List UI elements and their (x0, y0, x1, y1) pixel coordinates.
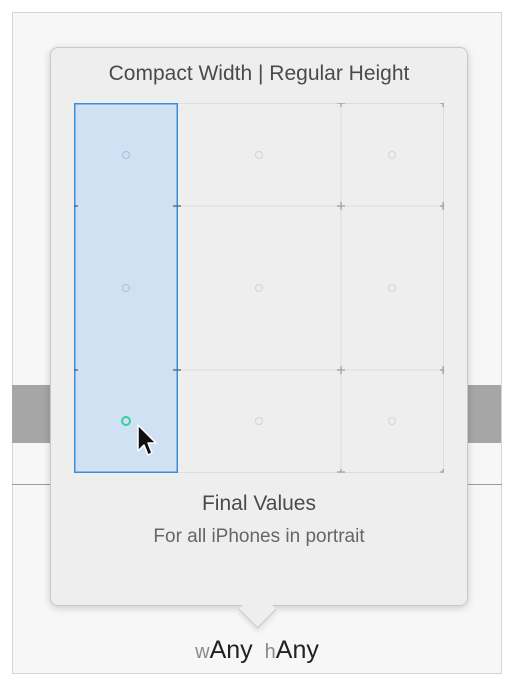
final-values-description: For all iPhones in portrait (153, 526, 365, 547)
grid-tick (337, 469, 345, 473)
grid-tick (440, 469, 444, 473)
cell-dot (255, 284, 263, 292)
width-class-value[interactable]: Any (210, 636, 253, 664)
cell-dot (388, 417, 396, 425)
grid-tick (440, 202, 444, 210)
grid-tick (337, 103, 345, 107)
cell-dot (388, 284, 396, 292)
grid-tick (337, 366, 345, 374)
width-prefix: w (195, 641, 210, 663)
size-class-grid[interactable] (74, 103, 444, 473)
grid-tick (337, 202, 345, 210)
canvas-view-right (468, 385, 501, 443)
size-class-control[interactable]: wAny hAny (0, 636, 514, 665)
height-prefix: h (264, 641, 276, 663)
final-values-title: Final Values (201, 492, 316, 515)
height-class-value[interactable]: Any (276, 636, 319, 664)
grid-tick (440, 366, 444, 374)
cell-dot (388, 151, 396, 159)
cell-dot (255, 151, 263, 159)
grid-tick (440, 103, 444, 107)
popover-title: Compact Width | Regular Height (108, 62, 410, 85)
canvas-view-left (12, 385, 50, 443)
cell-dot (255, 417, 263, 425)
